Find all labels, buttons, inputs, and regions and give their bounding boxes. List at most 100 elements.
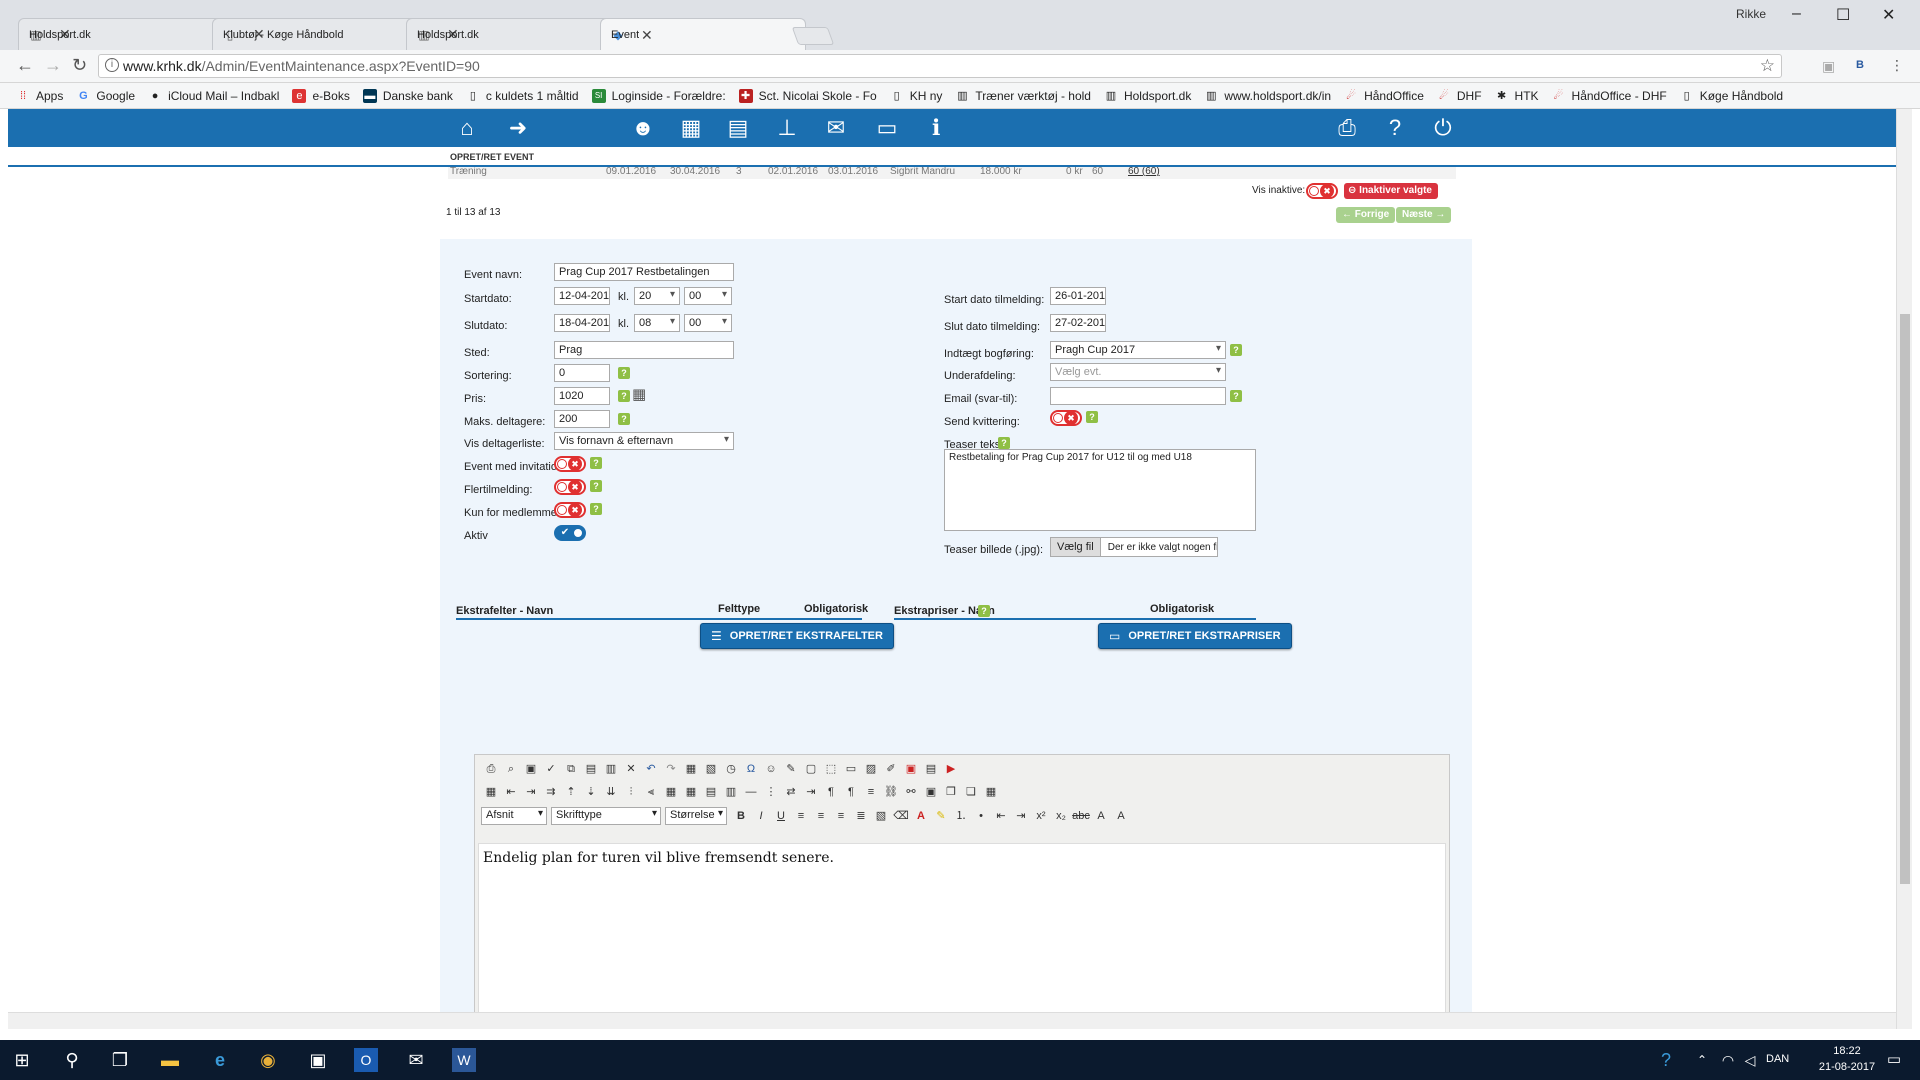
- next-button[interactable]: Næste →: [1396, 207, 1452, 223]
- profile-name[interactable]: Rikke: [1736, 7, 1766, 21]
- back-icon[interactable]: ←: [16, 55, 34, 76]
- bookmark-koege[interactable]: ▯ Køge Håndbold: [1680, 89, 1783, 103]
- bookmark-kuldet[interactable]: ▯ c kuldets 1 måltid: [466, 89, 579, 103]
- merge-cell-icon[interactable]: ⫷: [641, 782, 661, 802]
- calculator-icon[interactable]: ▦: [632, 385, 646, 403]
- align-left-icon[interactable]: ≡: [791, 806, 811, 826]
- url-field[interactable]: i www.krhk.dk/Admin/EventMaintenance.asp…: [98, 54, 1782, 78]
- clock-time[interactable]: 18:22: [1818, 1045, 1876, 1057]
- editor-body[interactable]: Endelig plan for turen vil blive fremsen…: [478, 843, 1446, 1028]
- page-break-icon[interactable]: ▭: [841, 759, 861, 779]
- mail-icon[interactable]: ✉: [404, 1048, 428, 1072]
- help-icon[interactable]: ?: [978, 605, 990, 617]
- superscript-icon[interactable]: x²: [1031, 806, 1051, 826]
- template-icon[interactable]: ▦: [681, 759, 701, 779]
- font-color-icon[interactable]: A: [911, 806, 931, 826]
- spellcheck-icon[interactable]: ✓: [541, 759, 561, 779]
- indent-more-icon[interactable]: ⇥: [1011, 806, 1031, 826]
- search-icon[interactable]: ⚲: [60, 1048, 84, 1072]
- maks-deltagere-input[interactable]: 200: [554, 410, 610, 428]
- underafdeling-select[interactable]: Vælg evt.: [1050, 363, 1226, 381]
- font-shrink-icon[interactable]: A: [1111, 806, 1131, 826]
- slut-tilmelding-input[interactable]: 27-02-2017: [1050, 314, 1106, 332]
- bookmark-danske-bank[interactable]: ▬ Danske bank: [362, 88, 453, 103]
- help-icon[interactable]: ?: [618, 367, 630, 379]
- prev-button[interactable]: ← Forrige: [1336, 207, 1396, 223]
- indtaegt-bogfoering-select[interactable]: Pragh Cup 2017: [1050, 341, 1226, 359]
- visual-aid-icon[interactable]: ▦: [981, 782, 1001, 802]
- tray-chevron-icon[interactable]: ⌃: [1690, 1048, 1714, 1072]
- pris-input[interactable]: 1020: [554, 387, 610, 405]
- sitemap-icon[interactable]: ⊥: [774, 115, 800, 141]
- help-icon[interactable]: ?: [590, 503, 602, 515]
- media-icon[interactable]: ▤: [921, 759, 941, 779]
- help-icon[interactable]: ?: [1230, 390, 1242, 402]
- bookmark-google[interactable]: G Google: [76, 89, 135, 103]
- link-icon[interactable]: ⛓: [881, 782, 901, 802]
- help-circle-icon[interactable]: ?: [1654, 1048, 1678, 1072]
- email-input[interactable]: [1050, 387, 1226, 405]
- sted-input[interactable]: Prag: [554, 341, 734, 359]
- clock-icon[interactable]: ◷: [721, 759, 741, 779]
- image-icon[interactable]: ▨: [861, 759, 881, 779]
- font-size-select[interactable]: Størrelse: [665, 807, 727, 825]
- layer-icon[interactable]: ❐: [941, 782, 961, 802]
- tab-event[interactable]: ◆ Event ✕: [600, 18, 806, 51]
- bookmark-htk[interactable]: ✱ HTK: [1495, 89, 1539, 103]
- print-icon[interactable]: ⎙: [1334, 115, 1360, 141]
- row-props-icon[interactable]: ▤: [701, 782, 721, 802]
- maximize-icon[interactable]: ☐: [1836, 5, 1850, 25]
- strikethrough-icon[interactable]: abc: [1071, 806, 1091, 826]
- omega-icon[interactable]: Ω: [741, 759, 761, 779]
- help-icon[interactable]: ?: [1382, 115, 1408, 141]
- volume-icon[interactable]: ◁: [1738, 1048, 1762, 1072]
- notification-icon[interactable]: ▭: [1882, 1048, 1906, 1072]
- edit-image-icon[interactable]: ✐: [881, 759, 901, 779]
- bookmark-loginside[interactable]: SI Loginside - Forældre:: [591, 88, 726, 103]
- bookmark-skole[interactable]: ✚ Sct. Nicolai Skole - Fo: [738, 88, 877, 103]
- align-center-icon[interactable]: ≡: [811, 806, 831, 826]
- help-icon[interactable]: ?: [998, 437, 1010, 449]
- cut-icon[interactable]: ✕: [621, 759, 641, 779]
- align-right-icon[interactable]: ≡: [831, 806, 851, 826]
- form-icon[interactable]: ▧: [701, 759, 721, 779]
- tab-holdsport-1[interactable]: ▥ Holdsport.dk ✕: [18, 18, 224, 50]
- bullet-list-icon[interactable]: •: [971, 806, 991, 826]
- windows-start-icon[interactable]: ⊞: [10, 1048, 34, 1072]
- indent-icon[interactable]: ⇥: [801, 782, 821, 802]
- help-icon[interactable]: ?: [618, 413, 630, 425]
- scrollbar-thumb[interactable]: [1900, 314, 1910, 884]
- bold-icon[interactable]: B: [731, 806, 751, 826]
- select-icon[interactable]: ⬚: [821, 759, 841, 779]
- rtl-icon[interactable]: ¶: [841, 782, 861, 802]
- start-hour-select[interactable]: 20: [634, 287, 680, 305]
- paste-text-icon[interactable]: ▥: [601, 759, 621, 779]
- menu-dots-icon[interactable]: ⋮: [1890, 57, 1904, 74]
- inaktiver-valgte-button[interactable]: ⊖ Inaktiver valgte: [1344, 183, 1438, 199]
- preview-icon[interactable]: ▣: [521, 759, 541, 779]
- forward-icon[interactable]: →: [44, 55, 62, 76]
- chrome-icon[interactable]: ◉: [256, 1048, 280, 1072]
- stamp-icon[interactable]: ✎: [781, 759, 801, 779]
- font-grow-icon[interactable]: A: [1091, 806, 1111, 826]
- layer2-icon[interactable]: ❏: [961, 782, 981, 802]
- power-icon[interactable]: ⏻: [1430, 115, 1456, 141]
- justify-icon[interactable]: ≣: [851, 806, 871, 826]
- bookmark-kh-ny[interactable]: ▯ KH ny: [890, 89, 943, 103]
- startdato-input[interactable]: 12-04-2017: [554, 287, 610, 305]
- help-icon[interactable]: ?: [590, 480, 602, 492]
- vaelg-fil-button[interactable]: Vælg fil: [1051, 538, 1101, 556]
- unlink-icon[interactable]: ⚯: [901, 782, 921, 802]
- delete-row-icon[interactable]: ⇉: [541, 782, 561, 802]
- table-props-icon[interactable]: ▦: [661, 782, 681, 802]
- col-before-icon[interactable]: ⇡: [561, 782, 581, 802]
- table-icon[interactable]: ▦: [481, 782, 501, 802]
- cell-props-icon[interactable]: ▦: [681, 782, 701, 802]
- slut-hour-select[interactable]: 08: [634, 314, 680, 332]
- vertical-scrollbar[interactable]: [1896, 109, 1912, 1029]
- format-select[interactable]: Afsnit: [481, 807, 547, 825]
- word-icon[interactable]: W: [452, 1048, 476, 1072]
- ekstrapriser-button[interactable]: ▭ OPRET/RET EKSTRAPRISER: [1098, 623, 1292, 649]
- bookmark-apps[interactable]: ⁞⁞ Apps: [16, 89, 63, 103]
- copy-icon[interactable]: ⧉: [561, 759, 581, 779]
